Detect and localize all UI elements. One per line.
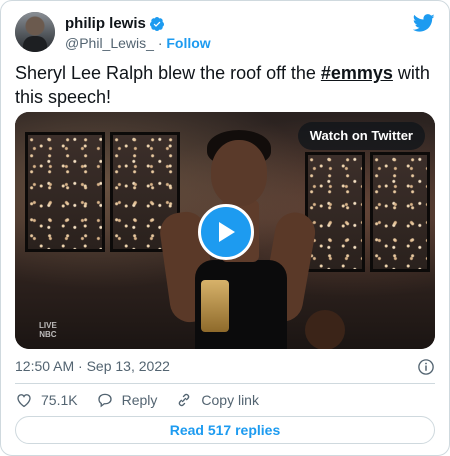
nbc-watermark: LIVE NBC: [39, 321, 57, 339]
verified-badge-icon: [149, 16, 164, 31]
video-player[interactable]: Watch on Twitter LIVE NBC: [15, 112, 435, 349]
network-bottom-label: NBC: [39, 330, 57, 339]
copy-link-button[interactable]: Copy link: [175, 391, 259, 409]
reply-button[interactable]: Reply: [96, 391, 158, 409]
link-icon: [179, 393, 190, 407]
heart-icon: [17, 394, 31, 408]
separator-dot: ·: [157, 35, 163, 51]
read-replies-button[interactable]: Read 517 replies: [15, 416, 435, 444]
watch-on-twitter-button[interactable]: Watch on Twitter: [297, 122, 425, 150]
author-info: philip lewis @Phil_Lewis_ · Follow: [65, 14, 211, 53]
network-top-label: LIVE: [39, 321, 57, 330]
play-icon: [219, 222, 235, 242]
play-button[interactable]: [198, 204, 254, 260]
like-count: 75.1K: [41, 392, 78, 408]
reply-label: Reply: [121, 392, 158, 408]
twitter-bird-icon[interactable]: [413, 12, 435, 34]
tweet-meta: 12:50 AM · Sep 13, 2022: [15, 358, 435, 376]
copy-link-label: Copy link: [201, 392, 259, 408]
divider: [15, 383, 435, 384]
follow-button[interactable]: Follow: [166, 35, 210, 51]
tweet-card: philip lewis @Phil_Lewis_ · Follow Shery…: [0, 0, 450, 456]
tweet-header: philip lewis @Phil_Lewis_ · Follow: [15, 12, 435, 54]
tweet-text: Sheryl Lee Ralph blew the roof off the #…: [15, 61, 435, 109]
action-bar: 75.1K Reply Copy link: [15, 390, 435, 410]
hashtag-link[interactable]: #emmys: [321, 63, 393, 83]
author-handle[interactable]: @Phil_Lewis_: [65, 35, 154, 51]
timestamp[interactable]: 12:50 AM · Sep 13, 2022: [15, 358, 170, 374]
author-name[interactable]: philip lewis: [65, 14, 146, 33]
tweet-text-before: Sheryl Lee Ralph blew the roof off the: [15, 63, 321, 83]
reply-icon: [97, 393, 112, 408]
like-button[interactable]: 75.1K: [15, 391, 78, 409]
info-icon[interactable]: [417, 358, 435, 376]
avatar[interactable]: [15, 12, 55, 52]
